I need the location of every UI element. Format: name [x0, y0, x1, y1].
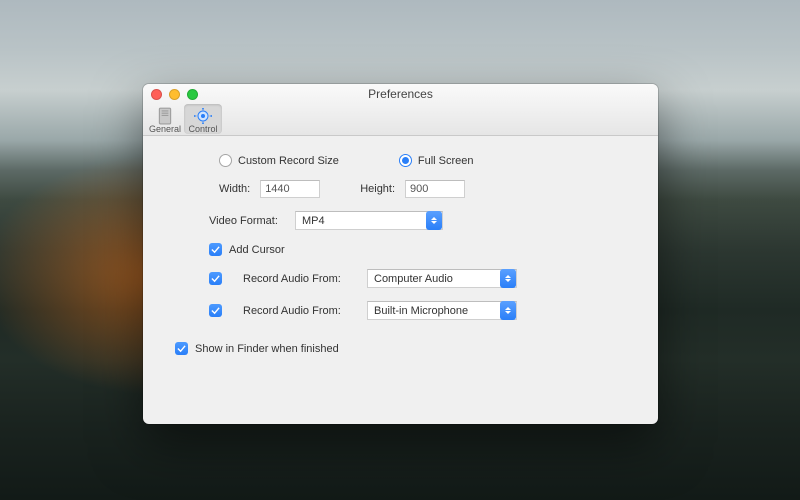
video-format-value: MP4	[302, 215, 325, 227]
radio-full-screen[interactable]: Full Screen	[399, 154, 474, 167]
general-icon	[156, 108, 174, 124]
checkbox-checked-icon[interactable]	[209, 272, 222, 285]
preferences-toolbar: General Control	[146, 104, 222, 134]
checkbox-checked-icon	[175, 342, 188, 355]
dimensions-row: Width: Height:	[219, 180, 632, 198]
stepper-arrows-icon	[426, 211, 442, 230]
window-titlebar: Preferences General Control	[143, 84, 658, 136]
height-input[interactable]	[405, 180, 465, 198]
video-format-label: Video Format:	[209, 215, 287, 227]
radio-icon	[219, 154, 232, 167]
tab-control-label: Control	[188, 124, 217, 134]
stepper-arrows-icon	[500, 301, 516, 320]
audio2-value: Built-in Microphone	[374, 305, 468, 317]
radio-icon	[399, 154, 412, 167]
desktop-wallpaper: Preferences General Control	[0, 0, 800, 500]
record-mode-row: Custom Record Size Full Screen	[219, 154, 632, 167]
video-format-row: Video Format: MP4	[209, 211, 632, 230]
width-input[interactable]	[260, 180, 320, 198]
audio1-value: Computer Audio	[374, 273, 453, 285]
audio2-label: Record Audio From:	[243, 305, 353, 317]
audio-source-1-row: Record Audio From: Computer Audio	[209, 269, 632, 288]
radio-custom-size[interactable]: Custom Record Size	[219, 154, 339, 167]
preferences-window: Preferences General Control	[143, 84, 658, 424]
stepper-arrows-icon	[500, 269, 516, 288]
show-in-finder-row[interactable]: Show in Finder when finished	[175, 342, 632, 355]
preferences-content: Custom Record Size Full Screen Width: He…	[143, 136, 658, 378]
checkbox-checked-icon[interactable]	[209, 304, 222, 317]
window-title: Preferences	[143, 87, 658, 101]
checkbox-checked-icon	[209, 243, 222, 256]
width-label: Width:	[219, 183, 250, 195]
tab-general[interactable]: General	[146, 104, 184, 134]
add-cursor-row[interactable]: Add Cursor	[209, 243, 632, 256]
tab-general-label: General	[149, 124, 181, 134]
audio1-label: Record Audio From:	[243, 273, 353, 285]
audio1-select[interactable]: Computer Audio	[367, 269, 517, 288]
radio-full-label: Full Screen	[418, 155, 474, 167]
show-in-finder-label: Show in Finder when finished	[195, 343, 339, 355]
tab-control[interactable]: Control	[184, 104, 222, 134]
radio-custom-label: Custom Record Size	[238, 155, 339, 167]
height-label: Height:	[360, 183, 395, 195]
control-icon	[194, 108, 212, 124]
audio2-select[interactable]: Built-in Microphone	[367, 301, 517, 320]
video-format-select[interactable]: MP4	[295, 211, 443, 230]
audio-source-2-row: Record Audio From: Built-in Microphone	[209, 301, 632, 320]
add-cursor-label: Add Cursor	[229, 244, 285, 256]
